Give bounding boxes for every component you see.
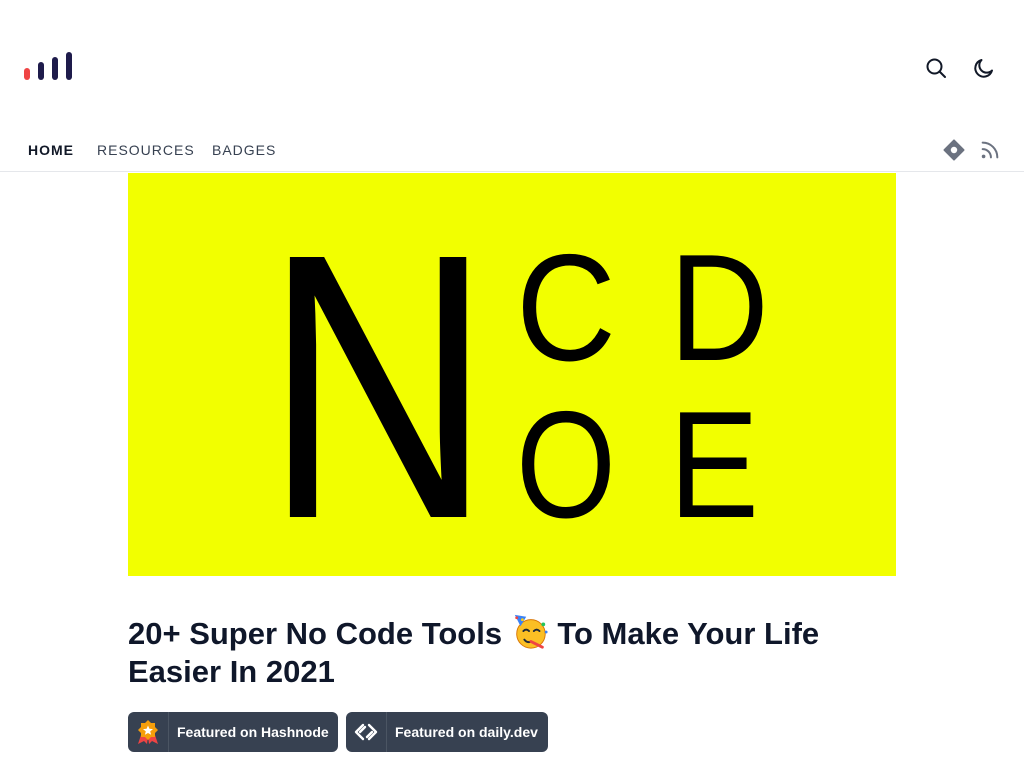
hashnode-featured-badge[interactable]: Featured on Hashnode bbox=[128, 712, 338, 752]
hashnode-icon bbox=[943, 139, 965, 161]
cover-letter-d: D bbox=[669, 223, 769, 393]
moon-icon bbox=[974, 59, 993, 78]
daily-dev-icon bbox=[354, 723, 378, 741]
cover-letter-n: N bbox=[264, 176, 492, 576]
header-divider bbox=[0, 171, 1024, 172]
nav-item-badges[interactable]: BADGES bbox=[212, 142, 276, 158]
award-icon bbox=[138, 720, 158, 744]
search-button[interactable] bbox=[920, 52, 952, 84]
badge-icon-wrap bbox=[346, 712, 386, 752]
rss-icon bbox=[981, 141, 999, 159]
theme-toggle-button[interactable] bbox=[968, 52, 1000, 84]
badge-icon-wrap bbox=[128, 712, 168, 752]
partying-face-icon bbox=[514, 614, 548, 649]
blog-logo[interactable] bbox=[24, 52, 74, 80]
cover-letter-o: O bbox=[516, 380, 616, 550]
badge-label: Featured on daily.dev bbox=[395, 724, 538, 740]
hashnode-link[interactable] bbox=[942, 138, 966, 162]
cover-image: N C D O E bbox=[128, 173, 896, 576]
article-title-part1: 20+ Super No Code Tools bbox=[128, 616, 503, 651]
logo-bar bbox=[24, 68, 30, 80]
daily-dev-featured-badge[interactable]: Featured on daily.dev bbox=[346, 712, 548, 752]
search-icon bbox=[926, 58, 946, 78]
badge-label: Featured on Hashnode bbox=[177, 724, 329, 740]
cover-letter-c: C bbox=[516, 223, 616, 393]
article-title: 20+ Super No Code Tools To Make Your Lif… bbox=[128, 613, 848, 691]
nav-item-resources[interactable]: RESOURCES bbox=[97, 142, 195, 158]
cover-background bbox=[128, 173, 896, 576]
logo-bar bbox=[52, 57, 58, 80]
rss-link[interactable] bbox=[978, 138, 1002, 162]
logo-bar bbox=[66, 52, 72, 80]
no-code-cover: N C D O E bbox=[128, 173, 896, 576]
nav-item-home[interactable]: HOME bbox=[28, 142, 74, 158]
logo-bar bbox=[38, 62, 44, 80]
cover-letter-e: E bbox=[669, 380, 759, 550]
main-nav: HOME RESOURCES BADGES bbox=[0, 130, 1024, 170]
